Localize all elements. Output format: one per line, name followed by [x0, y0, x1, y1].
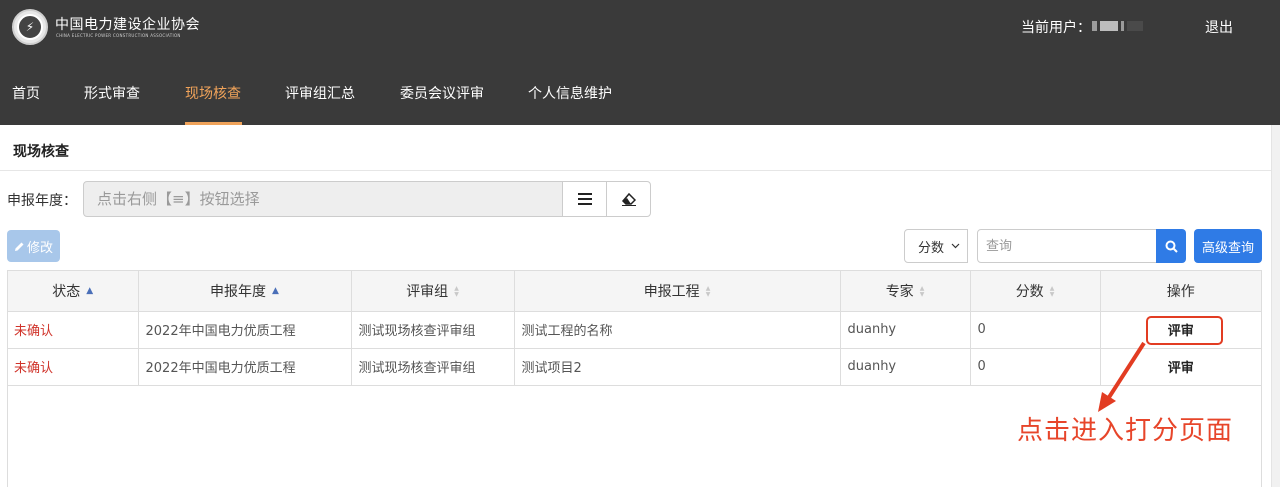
row-project: 测试工程的名称 — [513, 310, 841, 349]
col-project[interactable]: 申报工程 ▲ ▼ — [513, 271, 841, 312]
row-status: 未确认 — [8, 310, 139, 349]
col-expert[interactable]: 专家 ▲ ▼ — [839, 271, 971, 312]
col-score[interactable]: 分数 ▲ ▼ — [969, 271, 1101, 312]
org-name-english: CHINA ELECTRIC POWER CONSTRUCTION ASSOCI… — [56, 33, 181, 38]
sort-icon: ▲ ▼ — [1049, 284, 1055, 298]
sort-asc-icon: ▲ — [272, 286, 279, 297]
row-expert: duanhy — [839, 310, 971, 349]
review-action-link[interactable]: 评审 — [1099, 347, 1261, 386]
year-clear-button[interactable] — [606, 181, 651, 217]
review-table: 状态 ▲ 申报年度 ▲ 评审组 ▲ ▼ 申报工程 ▲ ▼ 专家 ▲ ▼ 分数 ▲ ▼ 操作 未确认 … — [7, 270, 1262, 487]
col-status[interactable]: 状态 ▲ — [8, 271, 139, 312]
year-filter-label: 申报年度： — [7, 193, 77, 209]
search-field-select[interactable]: 分数 — [904, 229, 968, 263]
page-title-bar: 现场核查 — [0, 125, 1271, 171]
annotation-text: 点击进入打分页面 — [1017, 416, 1234, 446]
table-header-row: 状态 ▲ 申报年度 ▲ 评审组 ▲ ▼ 申报工程 ▲ ▼ 专家 ▲ ▼ 分数 ▲ ▼ 操作 — [8, 271, 1261, 312]
col-action: 操作 — [1099, 271, 1261, 312]
current-user-label: 当前用户： — [1021, 20, 1091, 36]
logout-link[interactable]: 退出 — [1205, 17, 1233, 37]
col-year[interactable]: 申报年度 ▲ — [137, 271, 352, 312]
nav-committee-review[interactable]: 委员会议评审 — [400, 83, 484, 103]
eraser-icon — [621, 192, 636, 206]
page-scrollbar[interactable] — [1271, 125, 1280, 487]
top-header: ⚡ 中国电力建设企业协会 CHINA ELECTRIC POWER CONSTR… — [0, 0, 1280, 125]
nav-formal-review[interactable]: 形式审查 — [84, 83, 140, 103]
main-nav: 首页 形式审查 现场核查 评审组汇总 委员会议评审 个人信息维护 — [0, 78, 1280, 125]
row-project: 测试项目2 — [513, 347, 841, 386]
search-button[interactable] — [1156, 229, 1186, 263]
page-title: 现场核查 — [13, 144, 69, 160]
col-group[interactable]: 评审组 ▲ ▼ — [350, 271, 515, 312]
row-status: 未确认 — [8, 347, 139, 386]
current-user-name-redacted — [1092, 20, 1158, 32]
list-icon — [577, 193, 592, 205]
row-score: 0 — [969, 310, 1101, 349]
edit-button[interactable]: 修改 — [7, 230, 60, 262]
nav-site-check[interactable]: 现场核查 — [185, 83, 241, 103]
advanced-search-button[interactable]: 高级查询 — [1194, 229, 1262, 263]
logo-mark: ⚡ — [25, 20, 35, 34]
org-name: 中国电力建设企业协会 — [55, 17, 200, 33]
row-expert: duanhy — [839, 347, 971, 386]
row-score: 0 — [969, 347, 1101, 386]
sort-icon: ▲ ▼ — [705, 284, 711, 298]
nav-profile[interactable]: 个人信息维护 — [528, 83, 612, 103]
row-group: 测试现场核查评审组 — [350, 347, 515, 386]
search-input[interactable] — [977, 229, 1157, 263]
sort-icon: ▲ ▼ — [454, 284, 459, 298]
nav-group-summary[interactable]: 评审组汇总 — [285, 83, 355, 103]
pencil-icon — [14, 242, 24, 251]
row-year: 2022年中国电力优质工程 — [137, 310, 352, 349]
search-icon — [1165, 240, 1178, 253]
table-row[interactable]: 未确认 2022年中国电力优质工程 测试现场核查评审组 测试工程的名称 duan… — [8, 310, 1261, 349]
year-filter-input[interactable] — [83, 181, 563, 217]
nav-home[interactable]: 首页 — [12, 83, 40, 103]
table-row[interactable]: 未确认 2022年中国电力优质工程 测试现场核查评审组 测试项目2 duanhy… — [8, 347, 1261, 386]
sort-icon: ▲ ▼ — [919, 284, 925, 298]
review-action-link[interactable]: 评审 — [1099, 310, 1261, 349]
row-group: 测试现场核查评审组 — [350, 310, 515, 349]
chevron-down-icon — [951, 243, 960, 249]
row-year: 2022年中国电力优质工程 — [137, 347, 352, 386]
search-field-value: 分数 — [918, 240, 945, 256]
association-logo: ⚡ — [12, 9, 48, 45]
year-select-button[interactable] — [562, 181, 607, 217]
sort-asc-icon: ▲ — [86, 286, 94, 297]
edit-button-label: 修改 — [26, 240, 53, 256]
